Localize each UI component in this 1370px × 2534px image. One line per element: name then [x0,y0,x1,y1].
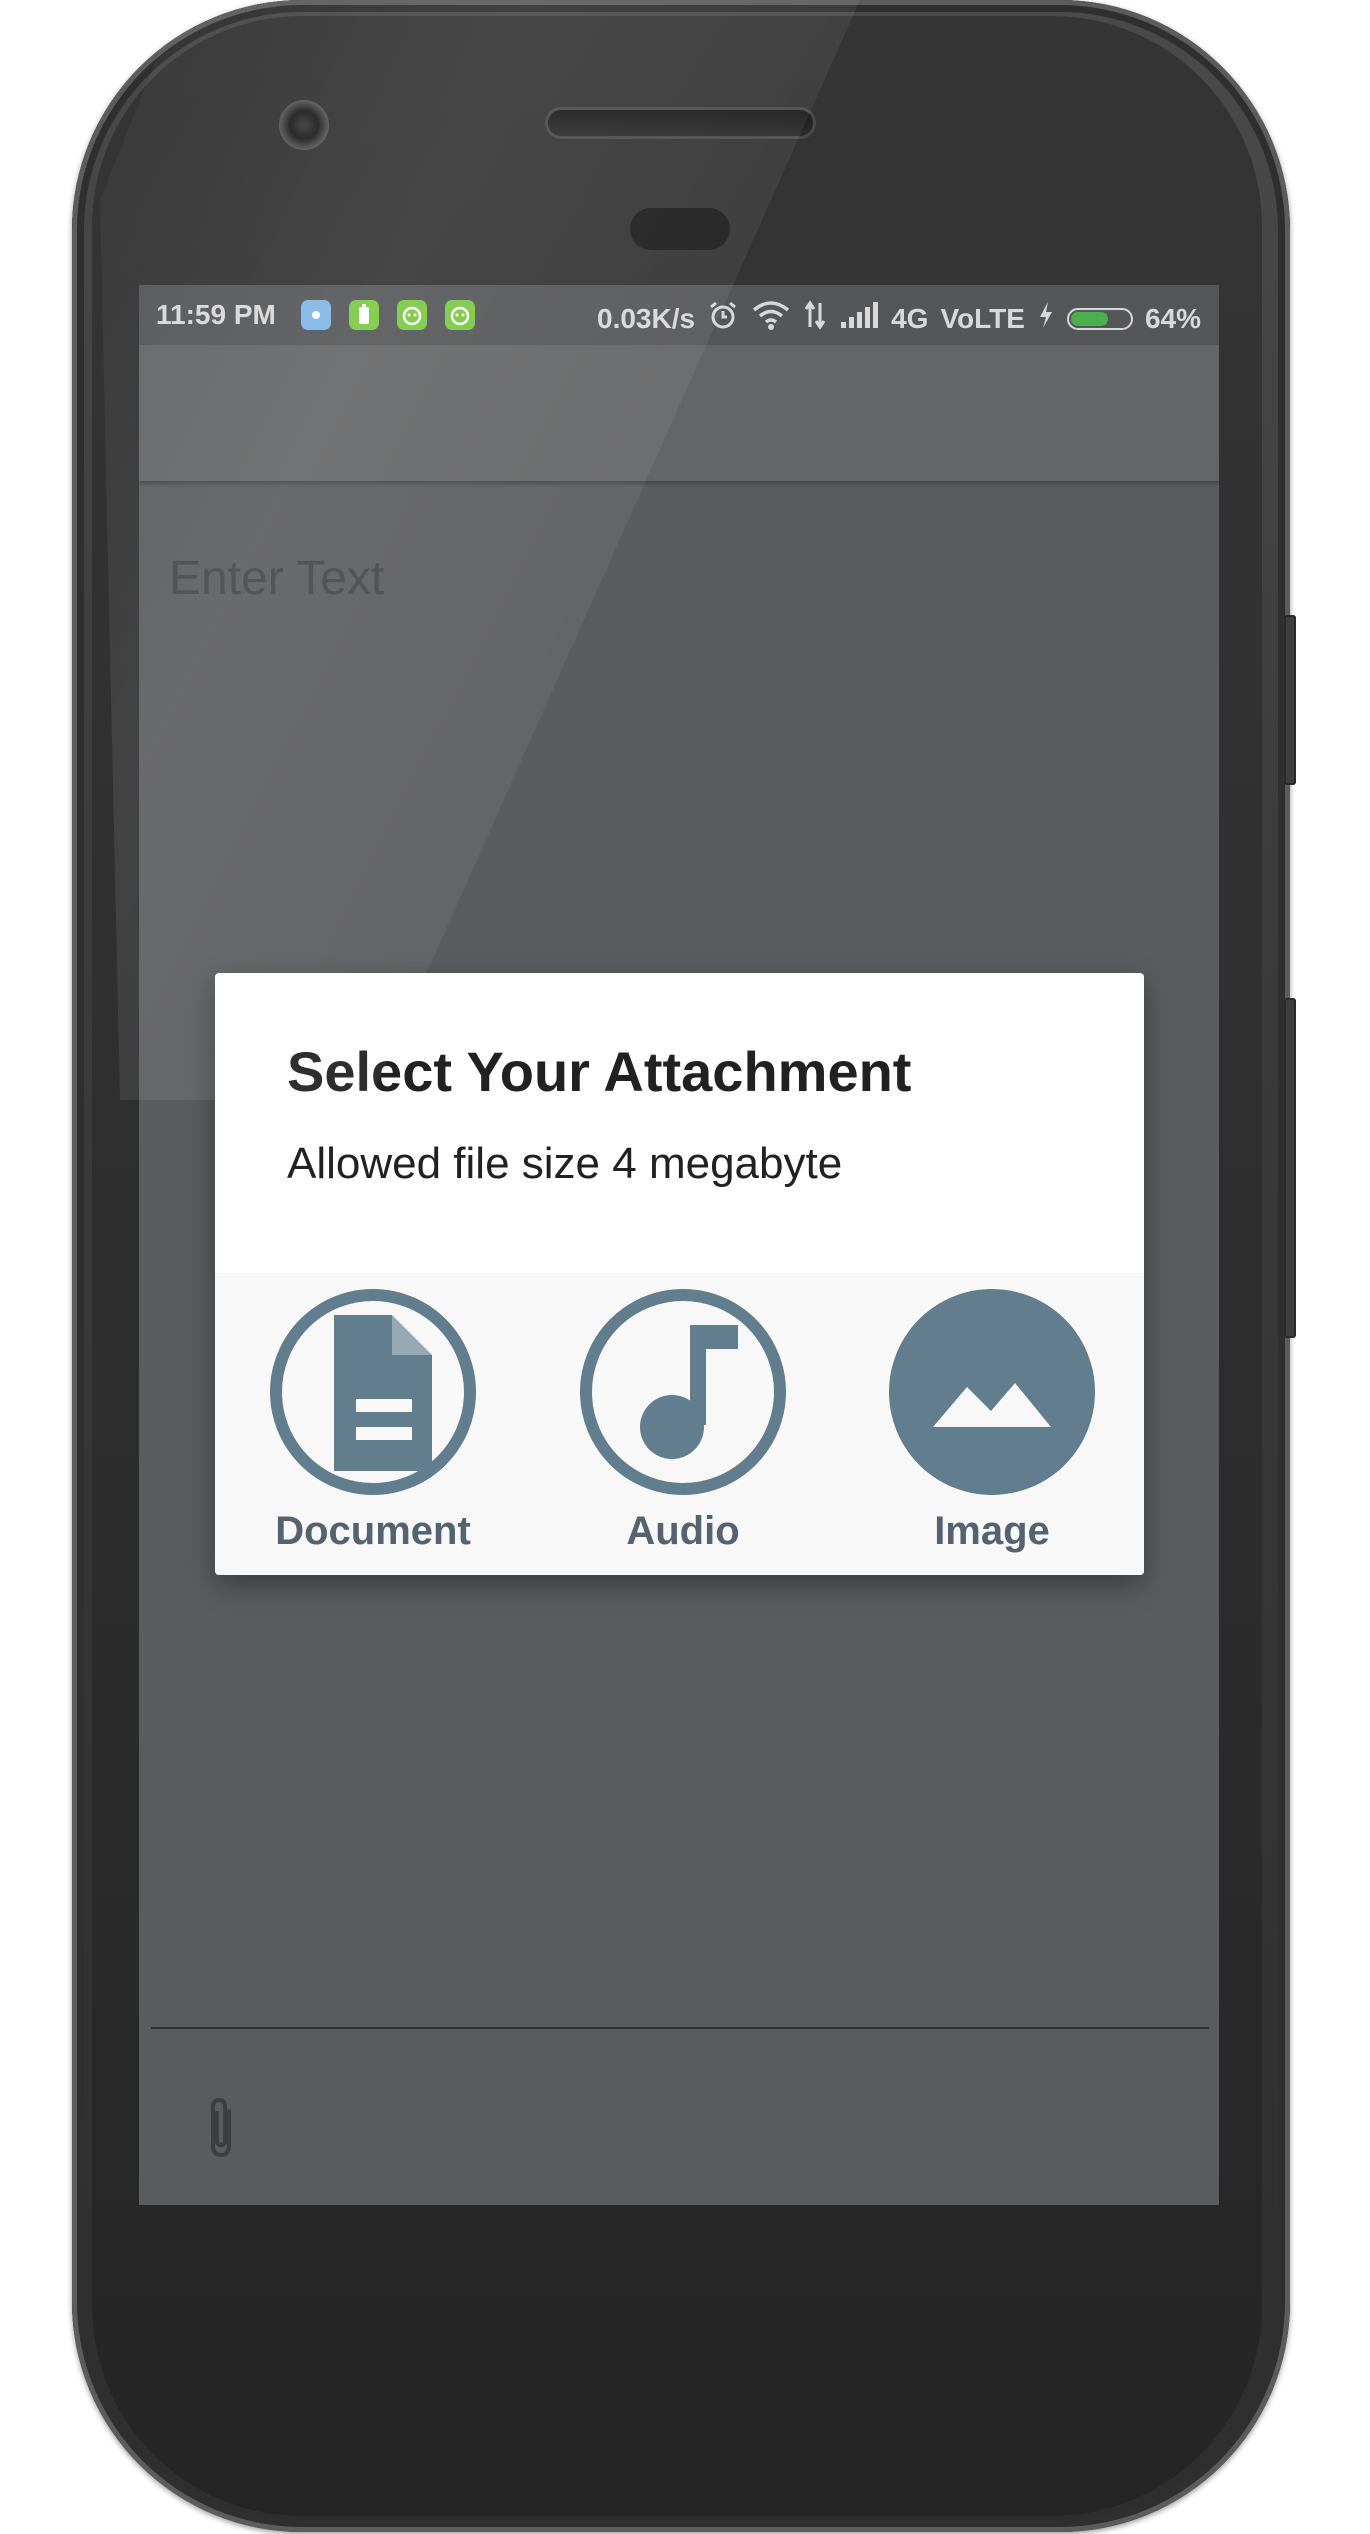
phone-screen: 11:59 PM 0.03K/s 4G VoLTE 64% Enter Text… [139,285,1219,2205]
battery-app-icon [349,300,379,330]
audio-option-label: Audio [626,1509,740,1553]
status-indicators: 0.03K/s 4G VoLTE 64% [597,299,1201,338]
volte-indicator: VoLTE [940,302,1025,334]
status-time: 11:59 PM [156,299,276,330]
status-bar: 11:59 PM 0.03K/s 4G VoLTE 64% [139,285,1219,345]
image-option-button[interactable]: Image [862,1287,1122,1567]
attachment-dialog: Select Your Attachment Allowed file size… [215,973,1144,1575]
alarm-icon [707,299,739,338]
text-input[interactable]: Enter Text [169,551,384,606]
data-transfer-icon [803,299,827,338]
image-icon [889,1289,1095,1495]
image-option-label: Image [934,1509,1050,1553]
battery-icon [1066,307,1133,330]
dialog-subtitle: Allowed file size 4 megabyte [287,1139,843,1188]
network-type: 4G [891,302,929,334]
signal-icon [839,300,879,337]
battery-level-fill [1070,311,1108,326]
bottom-divider [151,2027,1209,2029]
attachment-options: Document Audio Image [215,1273,1144,1575]
app-toolbar [139,345,1219,481]
earpiece-speaker [548,110,813,136]
device-mockup: 11:59 PM 0.03K/s 4G VoLTE 64% Enter Text… [0,0,1370,2534]
volume-button [1284,615,1296,785]
document-icon [270,1289,476,1495]
wifi-icon [751,299,791,338]
android-icon [397,300,427,330]
front-camera [279,100,329,150]
audio-option-button[interactable]: Audio [553,1287,813,1567]
music-note-icon [580,1289,786,1495]
info-icon [301,300,331,330]
charging-icon [1037,300,1055,337]
android-icon [445,300,475,330]
document-option-label: Document [275,1509,471,1553]
battery-percent: 64% [1144,302,1201,334]
power-button [1284,998,1296,1338]
dialog-title: Select Your Attachment [287,1040,912,1103]
document-option-button[interactable]: Document [243,1287,503,1567]
network-speed: 0.03K/s [597,302,696,334]
paperclip-icon[interactable] [203,2095,239,2161]
proximity-sensor [630,208,730,250]
